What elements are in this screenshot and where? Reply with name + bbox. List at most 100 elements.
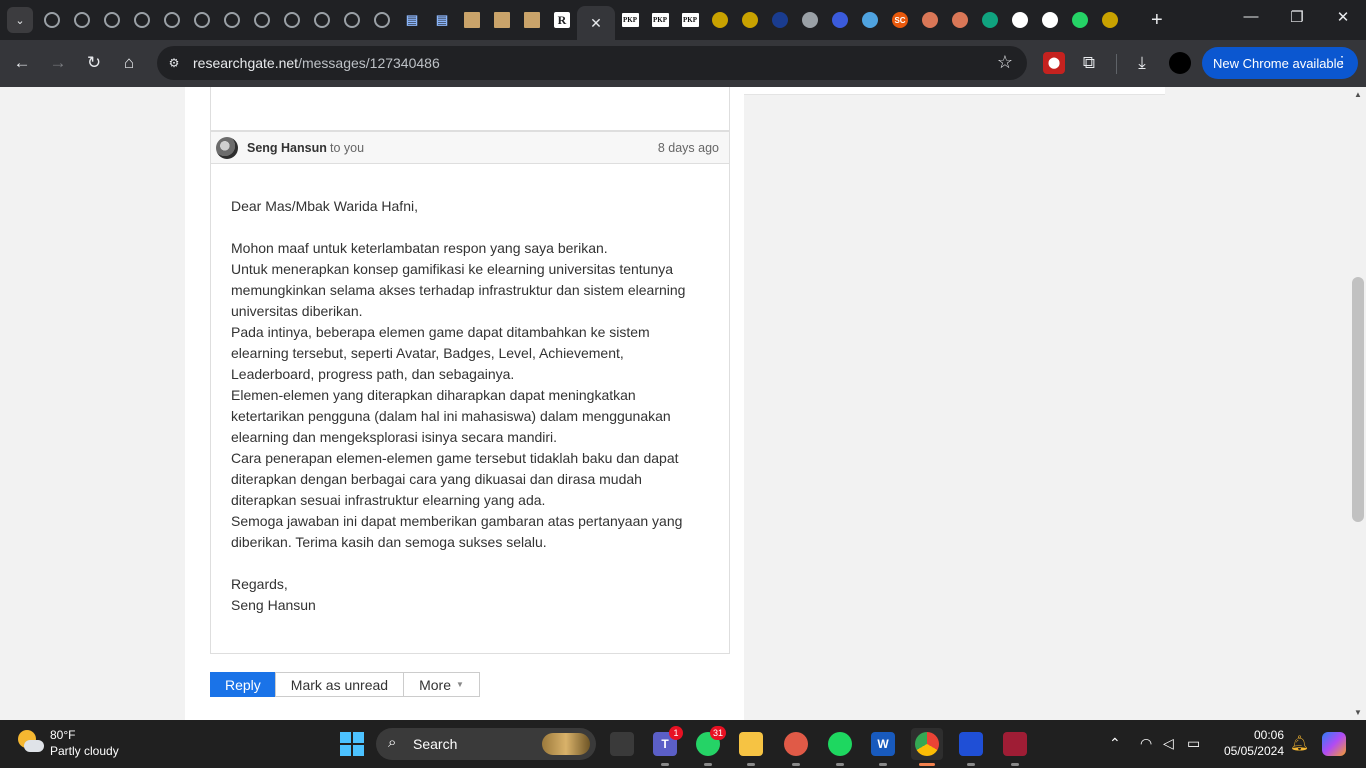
browser-tab[interactable] [487,6,517,34]
taskbar-app[interactable]: T1 [649,726,683,766]
show-hidden-icons-chevron-icon[interactable]: ⌃ [1109,735,1121,752]
taskbar-app[interactable] [780,728,812,766]
app-glyph-text: T [661,737,669,751]
message-actions: Reply Mark as unread More ▼ [210,672,480,697]
wifi-icon[interactable]: ◠ [1140,735,1152,752]
new-tab-button[interactable]: + [1151,10,1163,30]
menu-dots-icon[interactable]: ⋮ [1335,53,1349,70]
profile-avatar[interactable] [1169,52,1191,74]
extensions-puzzle-icon[interactable]: ⧉ [1078,52,1100,74]
browser-tab[interactable] [277,6,307,34]
browser-tab[interactable] [217,6,247,34]
update-chrome-button[interactable]: New Chrome available ⋮ [1202,47,1358,79]
browser-tab[interactable]: ✕ [577,6,615,40]
reply-button[interactable]: Reply [210,672,276,697]
taskbar-app[interactable] [911,728,943,766]
browser-tab[interactable]: SC [885,6,915,34]
browser-tab[interactable] [337,6,367,34]
clock-time[interactable]: 00:06 [1226,728,1284,742]
url-text[interactable]: researchgate.net/messages/127340486 [193,55,440,71]
restore-button[interactable]: ❐ [1285,8,1309,26]
weather-temperature[interactable]: 80°F [50,728,75,742]
browser-tab[interactable]: ▤ [427,6,457,34]
browser-tab[interactable] [37,6,67,34]
clock-date[interactable]: 05/05/2024 [1216,744,1284,758]
browser-tab[interactable] [765,6,795,34]
taskbar-app[interactable] [955,728,987,766]
reload-button[interactable]: ↻ [83,52,105,74]
bookmark-star-icon[interactable]: ☆ [997,52,1013,73]
taskbar-app[interactable] [735,728,767,766]
pkp-icon: PKP [621,13,639,27]
browser-tab[interactable] [915,6,945,34]
volume-icon[interactable]: ◁ [1163,735,1174,752]
sender-name[interactable]: Seng Hansun [247,141,327,155]
browser-tab[interactable] [705,6,735,34]
taskbar-app[interactable] [999,728,1031,766]
page-scrollbar[interactable]: ▲ ▼ [1350,87,1366,720]
weather-partly-cloudy-icon[interactable] [18,730,44,756]
weather-condition[interactable]: Partly cloudy [50,744,119,758]
browser-tab[interactable] [795,6,825,34]
close-window-button[interactable]: ✕ [1331,8,1355,26]
start-logo-pane [340,745,351,756]
back-button[interactable]: ← [11,52,33,74]
browser-tab[interactable] [97,6,127,34]
taskbar-app[interactable]: W [867,728,899,766]
browser-tab[interactable] [307,6,337,34]
site-info-icon[interactable]: ⚙ [165,54,183,72]
scroll-up-arrow-icon[interactable]: ▲ [1354,90,1362,99]
battery-icon[interactable]: ▭ [1187,735,1200,752]
sender-avatar[interactable] [216,137,238,159]
more-button[interactable]: More ▼ [403,672,480,697]
mark-as-unread-button[interactable]: Mark as unread [274,672,405,697]
browser-tab[interactable] [945,6,975,34]
browser-tab[interactable] [1065,6,1095,34]
tab-search-button[interactable]: ⌄ [7,7,33,33]
close-icon[interactable]: ✕ [590,15,602,32]
message-date: 8 days ago [657,141,719,155]
address-bar[interactable]: ⚙ researchgate.net/messages/127340486 ☆ [157,46,1027,80]
browser-tab[interactable] [1095,6,1125,34]
browser-tab[interactable]: ▤ [397,6,427,34]
app-glyph-text: W [877,737,889,751]
browser-tab[interactable] [187,6,217,34]
home-button[interactable]: ⌂ [118,52,140,74]
browser-tab[interactable]: PKP [675,6,705,34]
taskbar-app[interactable] [606,728,638,760]
browser-tab[interactable] [517,6,547,34]
app-icon [784,732,808,756]
browser-tab[interactable] [127,6,157,34]
start-windows-icon[interactable] [340,732,364,756]
scrollbar-thumb[interactable] [1352,277,1364,522]
researchgate-icon [74,12,90,28]
taskbar-app[interactable] [824,728,856,766]
taskbar-search[interactable]: ⌕ Search [376,728,596,760]
browser-toolbar: ← → ↻ ⌂ ⚙ researchgate.net/messages/1273… [0,40,1366,87]
browser-tab[interactable] [247,6,277,34]
taskbar-app[interactable]: 31 [692,726,726,766]
minimize-button[interactable]: — [1239,8,1263,25]
browser-tab[interactable] [67,6,97,34]
document-icon: ▤ [405,12,419,27]
browser-tab[interactable] [1005,6,1035,34]
toolbar-divider [1116,54,1117,74]
browser-tab[interactable]: PKP [645,6,675,34]
forward-button[interactable]: → [47,52,69,74]
extension-icon[interactable]: ⬤ [1043,52,1065,74]
download-icon[interactable]: ⤓ [1131,52,1153,74]
browser-tab[interactable] [457,6,487,34]
browser-tab[interactable] [975,6,1005,34]
browser-tab[interactable] [735,6,765,34]
browser-tab[interactable] [1035,6,1065,34]
notification-bell-icon[interactable]: 🔔︎ [1290,734,1309,752]
browser-tab[interactable]: R [547,6,577,34]
browser-tab[interactable] [367,6,397,34]
browser-tab[interactable] [157,6,187,34]
scroll-down-arrow-icon[interactable]: ▼ [1354,708,1362,717]
browser-tab[interactable] [825,6,855,34]
browser-tab[interactable]: PKP [615,6,645,34]
recipient-label: to you [330,141,365,155]
copilot-icon[interactable] [1322,732,1346,756]
browser-tab[interactable] [855,6,885,34]
